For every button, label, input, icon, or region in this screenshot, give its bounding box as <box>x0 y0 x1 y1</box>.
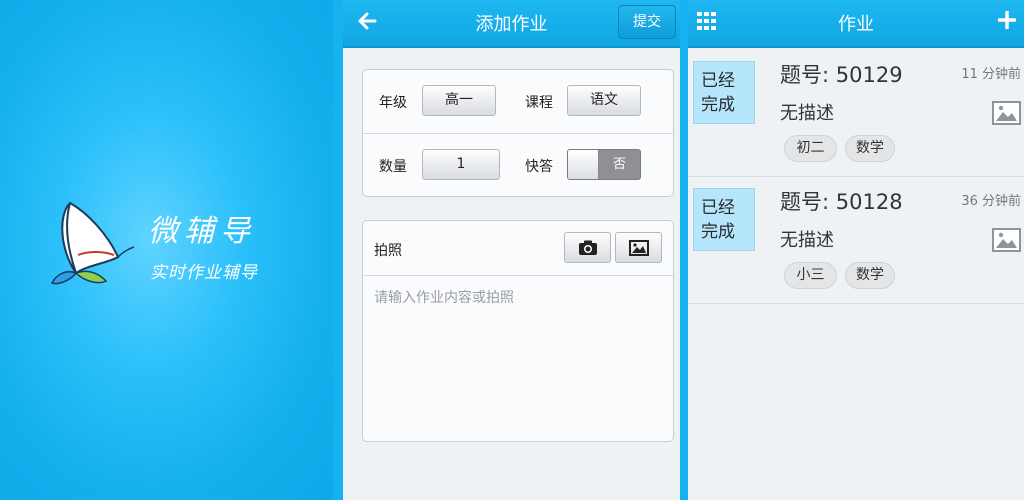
grade-tag: 初二 <box>784 135 837 162</box>
homework-list-item[interactable]: 已经 完成 题号: 50129 11 分钟前 无描述 初二 数学 <box>688 50 1024 177</box>
course-label: 课程 <box>525 95 553 111</box>
homework-list-item[interactable]: 已经 完成 题号: 50128 36 分钟前 无描述 小三 数学 <box>688 177 1024 304</box>
quick-answer-label: 快答 <box>525 159 553 175</box>
grade-label: 年级 <box>379 95 407 111</box>
app-brand-name: 微辅导 <box>148 214 256 249</box>
toggle-state-text: 否 <box>612 157 626 172</box>
top-bar: 添加作业 提交 <box>343 0 680 48</box>
status-text-line2: 完成 <box>701 222 735 242</box>
description: 无描述 <box>780 230 834 251</box>
photo-row: 拍照 <box>363 221 673 276</box>
timestamp: 36 分钟前 <box>961 194 1021 209</box>
status-text-line1: 已经 <box>701 198 735 218</box>
question-number: 题号: 50128 <box>780 190 903 214</box>
top-bar: 作业 <box>688 0 1024 48</box>
homework-content-card: 拍照 请输入作业内容或拍照 <box>362 220 674 442</box>
course-select[interactable]: 语文 <box>567 85 641 116</box>
camera-icon <box>579 240 597 255</box>
quantity-select[interactable]: 1 <box>422 149 500 180</box>
grade-tag: 小三 <box>784 262 837 289</box>
status-text-line2: 完成 <box>701 95 735 115</box>
submit-button[interactable]: 提交 <box>618 5 676 39</box>
grade-select[interactable]: 高一 <box>422 85 496 116</box>
add-homework-screen: 添加作业 提交 年级 高一 课程 语文 数量 1 快答 否 拍照 请输入作业内容… <box>343 0 680 500</box>
homework-list-screen: 作业 已经 完成 题号: 50129 11 分钟前 无描述 初二 数学 已经 完… <box>688 0 1024 500</box>
homework-options-card: 年级 高一 课程 语文 数量 1 快答 否 <box>362 69 674 197</box>
page-title: 作业 <box>838 14 874 35</box>
photo-label: 拍照 <box>374 243 402 259</box>
splash-screen: 微辅导 实时作业辅导 <box>0 0 333 500</box>
quantity-label: 数量 <box>379 159 407 175</box>
subject-tag: 数学 <box>845 135 895 162</box>
timestamp: 11 分钟前 <box>961 67 1021 82</box>
gallery-button[interactable] <box>615 232 662 263</box>
panel-divider <box>333 0 343 500</box>
panel-divider <box>680 0 688 500</box>
status-badge: 已经 完成 <box>693 61 755 124</box>
butterfly-logo-icon <box>50 201 135 285</box>
divider <box>363 133 673 134</box>
subject-tag: 数学 <box>845 262 895 289</box>
question-number: 题号: 50129 <box>780 63 903 87</box>
camera-button[interactable] <box>564 232 611 263</box>
status-text-line1: 已经 <box>701 71 735 91</box>
app-slogan: 实时作业辅导 <box>150 263 258 283</box>
image-icon <box>629 240 649 256</box>
plus-icon[interactable] <box>998 11 1016 29</box>
toggle-knob <box>568 150 599 179</box>
status-badge: 已经 完成 <box>693 188 755 251</box>
image-placeholder-icon <box>992 101 1021 125</box>
quick-answer-toggle[interactable]: 否 <box>567 149 641 180</box>
description: 无描述 <box>780 103 834 124</box>
image-placeholder-icon <box>992 228 1021 252</box>
homework-content-input[interactable]: 请输入作业内容或拍照 <box>363 277 673 441</box>
